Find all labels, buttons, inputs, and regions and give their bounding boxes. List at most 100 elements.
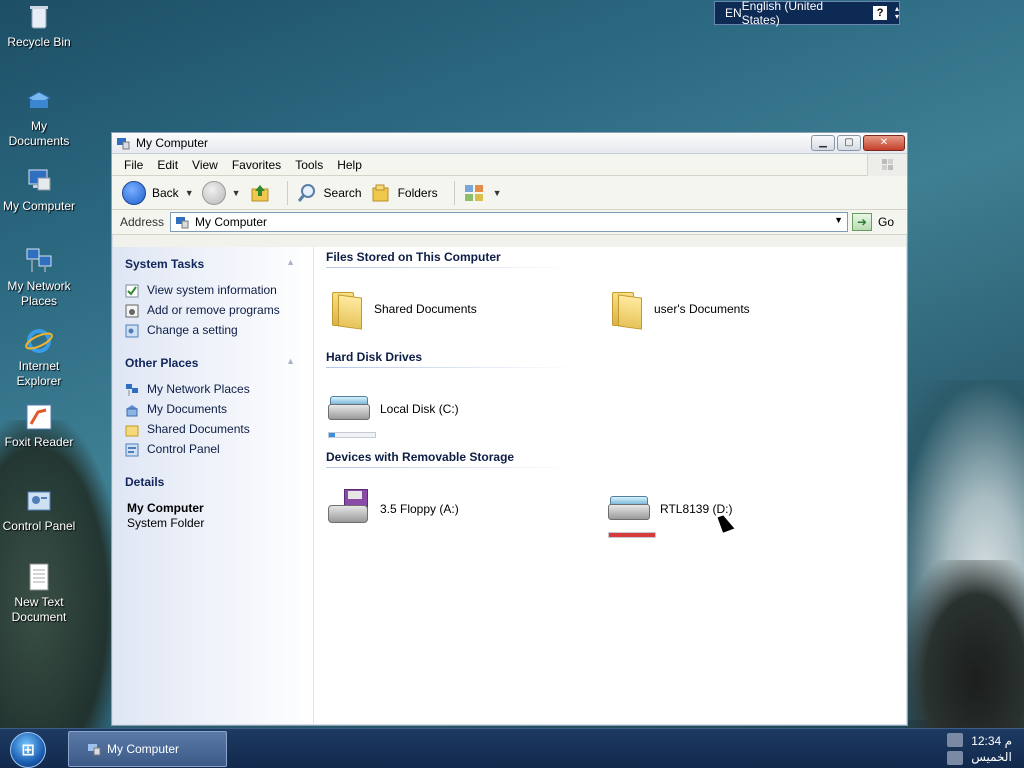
help-button[interactable]: ? xyxy=(873,6,887,20)
text-document-icon xyxy=(29,563,49,591)
minimize-button[interactable]: ▁ xyxy=(811,135,835,151)
system-tasks-header[interactable]: System Tasks ▲ xyxy=(125,257,295,271)
disk-usage-bar xyxy=(328,432,376,438)
go-button[interactable]: ➜ Go xyxy=(852,213,894,231)
toolbar-separator xyxy=(286,180,288,205)
desktop-icon-recycle-bin[interactable]: Recycle Bin xyxy=(0,2,78,50)
section-header-removable: Devices with Removable Storage xyxy=(326,450,576,468)
details-item-name: My Computer xyxy=(127,501,204,515)
language-name: English (United States) xyxy=(741,0,824,27)
floppy-drive-icon xyxy=(326,489,372,529)
back-label: Back xyxy=(152,185,179,200)
foxit-reader-icon xyxy=(26,404,52,430)
computer-icon xyxy=(28,169,51,191)
folder-icon xyxy=(606,288,646,330)
item-user-documents[interactable]: user's Documents xyxy=(606,288,886,330)
my-computer-window: My Computer ▁ ▢ ✕ File Edit View Favorit… xyxy=(111,132,908,726)
other-places-header[interactable]: Other Places ▲ xyxy=(125,356,295,370)
folders-button[interactable]: Folders xyxy=(370,182,438,204)
taskbar: ⊞ My Computer 12:34 م الخميس xyxy=(0,728,1024,768)
menu-view[interactable]: View xyxy=(185,158,225,172)
window-titlebar[interactable]: My Computer ▁ ▢ ✕ xyxy=(112,133,907,154)
collapse-icon[interactable]: ▲ xyxy=(286,257,295,271)
system-tray: 12:34 م الخميس xyxy=(947,729,1012,768)
start-button[interactable]: ⊞ xyxy=(10,732,46,768)
task-label: Add or remove programs xyxy=(147,303,280,317)
desktop-icon-label: New Text Document xyxy=(11,595,67,624)
up-button[interactable] xyxy=(249,182,271,204)
item-label: Shared Documents xyxy=(374,302,477,316)
langbar-options-icon[interactable]: ▴ ▾ xyxy=(895,5,899,21)
folder-icon xyxy=(125,425,139,437)
clock[interactable]: 12:34 م الخميس xyxy=(971,733,1012,765)
items-pane: Files Stored on This Computer Shared Doc… xyxy=(314,247,906,724)
change-setting-icon xyxy=(125,324,139,338)
place-my-documents[interactable]: My Documents xyxy=(125,402,295,417)
forward-button[interactable]: ▼ xyxy=(201,180,241,205)
task-view-system-info[interactable]: View system information xyxy=(125,283,295,298)
menu-edit[interactable]: Edit xyxy=(150,158,185,172)
folder-icon xyxy=(326,288,366,330)
search-button[interactable]: Search xyxy=(296,182,362,204)
chevron-down-icon[interactable]: ▼ xyxy=(232,188,241,198)
back-button[interactable]: Back ▼ xyxy=(122,180,194,205)
address-value: My Computer xyxy=(195,215,268,229)
internet-explorer-icon xyxy=(25,329,53,353)
desktop-icon-my-network-places[interactable]: My Network Places xyxy=(0,246,78,309)
item-shared-documents[interactable]: Shared Documents xyxy=(326,288,606,330)
taskbar-button-my-computer[interactable]: My Computer xyxy=(68,731,227,767)
desktop-icon-control-panel[interactable]: Control Panel xyxy=(0,486,78,534)
menu-favorites[interactable]: Favorites xyxy=(225,158,288,172)
menu-tools[interactable]: Tools xyxy=(288,158,330,172)
close-button[interactable]: ✕ xyxy=(863,135,905,151)
task-label: View system information xyxy=(147,283,277,297)
desktop-icon-internet-explorer[interactable]: Internet Explorer xyxy=(0,326,78,389)
task-label: Change a setting xyxy=(147,323,238,337)
maximize-button[interactable]: ▢ xyxy=(837,135,861,151)
place-label: Shared Documents xyxy=(147,422,250,436)
window-title: My Computer xyxy=(136,136,209,150)
collapse-icon[interactable]: ▲ xyxy=(286,356,295,370)
place-shared-documents[interactable]: Shared Documents xyxy=(125,422,295,437)
windows-logo-icon xyxy=(867,154,907,176)
clock-time: 12:34 م xyxy=(971,734,1012,748)
other-places-group: Other Places ▲ My Network Places My Docu… xyxy=(125,356,295,457)
network-places-icon xyxy=(126,384,138,396)
menu-file[interactable]: File xyxy=(112,158,150,172)
chevron-down-icon[interactable]: ▼ xyxy=(185,188,194,198)
desktop-icon-foxit-reader[interactable]: Foxit Reader xyxy=(0,402,78,450)
item-floppy-a[interactable]: 3.5 Floppy (A:) xyxy=(326,489,606,529)
disk-usage-bar xyxy=(608,532,656,538)
recycle-bin-icon xyxy=(30,6,48,29)
chevron-down-icon[interactable]: ▼ xyxy=(834,215,843,225)
section-header-files: Files Stored on This Computer xyxy=(326,250,576,268)
views-icon xyxy=(464,184,483,201)
place-my-network-places[interactable]: My Network Places xyxy=(125,382,295,397)
files-items: Shared Documents user's Documents xyxy=(326,268,906,350)
task-pane: System Tasks ▲ View system information A… xyxy=(113,247,314,724)
views-button[interactable]: ▼ xyxy=(463,182,502,204)
chevron-down-icon[interactable]: ▼ xyxy=(493,188,502,198)
system-tasks-group: System Tasks ▲ View system information A… xyxy=(125,257,295,338)
task-add-remove-programs[interactable]: Add or remove programs xyxy=(125,303,295,318)
folder-up-icon xyxy=(251,184,269,201)
network-status-icon[interactable] xyxy=(947,733,964,747)
place-control-panel[interactable]: Control Panel xyxy=(125,442,295,457)
computer-icon xyxy=(176,217,189,229)
desktop-icon-my-documents[interactable]: My Documents xyxy=(0,86,78,149)
desktop-icon-new-text-document[interactable]: New Text Document xyxy=(0,562,78,625)
network-places-icon xyxy=(26,248,52,272)
task-change-setting[interactable]: Change a setting xyxy=(125,323,295,338)
menu-help[interactable]: Help xyxy=(330,158,369,172)
item-rtl8139-d[interactable]: RTL8139 (D:) xyxy=(606,492,886,538)
address-input[interactable]: My Computer ▼ xyxy=(170,212,849,232)
go-arrow-icon: ➜ xyxy=(852,213,873,231)
computer-icon xyxy=(117,138,130,150)
language-bar[interactable]: EN English (United States) ? ▴ ▾ xyxy=(714,0,900,27)
item-local-disk-c[interactable]: Local Disk (C:) xyxy=(326,392,606,438)
menu-bar: File Edit View Favorites Tools Help xyxy=(112,154,907,176)
desktop-icon-my-computer[interactable]: My Computer xyxy=(0,166,78,214)
volume-icon[interactable] xyxy=(947,751,964,765)
window-content: System Tasks ▲ View system information A… xyxy=(113,247,906,724)
details-header[interactable]: Details xyxy=(125,475,295,489)
